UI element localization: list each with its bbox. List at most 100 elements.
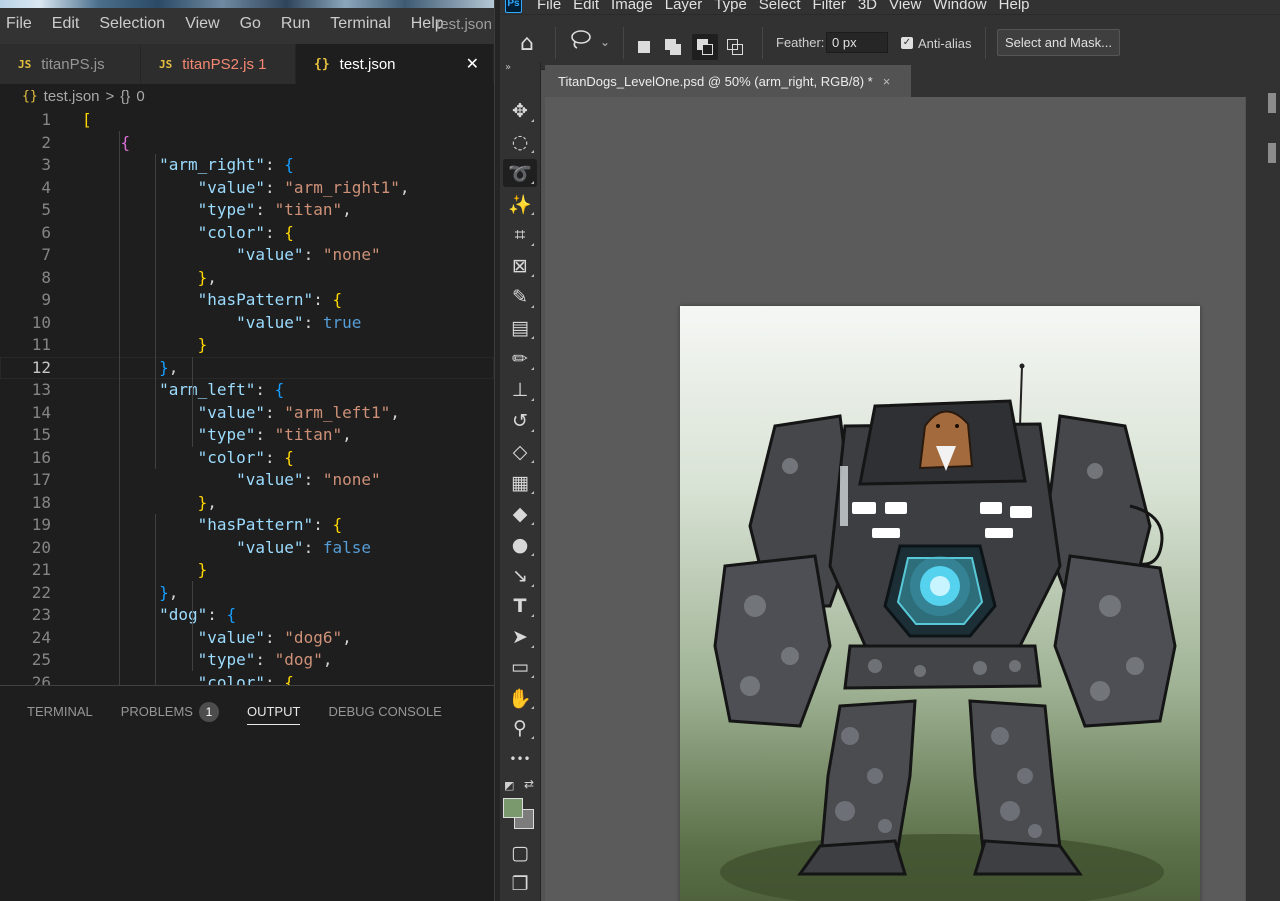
document-tab[interactable]: TitanDogs_LevelOne.psd @ 50% (arm_right,… — [545, 65, 911, 97]
code-line[interactable]: 25 "type": "dog", — [0, 649, 494, 672]
move-tool-icon[interactable]: ✥ — [503, 97, 537, 125]
artwork-canvas[interactable] — [680, 306, 1200, 901]
ps-menu-filter[interactable]: Filter — [813, 0, 856, 13]
tab-titanps-js[interactable]: JS titanPS.js — [0, 44, 141, 84]
blur-tool-icon[interactable]: ◆ — [503, 500, 537, 528]
home-icon[interactable]: ⌂ — [520, 31, 534, 56]
code-line[interactable]: 6 "color": { — [0, 222, 494, 245]
code-line[interactable]: 7 "value": "none" — [0, 244, 494, 267]
panel-tab-terminal[interactable]: TERMINAL — [27, 704, 93, 719]
tab-test-json[interactable]: {} test.json ✕ — [296, 44, 494, 84]
code-line[interactable]: 17 "value": "none" — [0, 469, 494, 492]
close-tab-icon[interactable]: ✕ — [466, 54, 479, 74]
menu-edit[interactable]: Edit — [42, 15, 90, 33]
code-line[interactable]: 20 "value": false — [0, 537, 494, 560]
code-line[interactable]: 8 }, — [0, 267, 494, 290]
ps-menu-view[interactable]: View — [889, 0, 931, 13]
code-line[interactable]: 11 } — [0, 334, 494, 357]
type-tool-icon[interactable]: T — [503, 592, 537, 620]
screen-mode-tool-icon[interactable]: ❐ — [503, 870, 537, 898]
code-line[interactable]: 21 } — [0, 559, 494, 582]
panel-tab-debug-console[interactable]: DEBUG CONSOLE — [328, 704, 441, 719]
menu-run[interactable]: Run — [271, 15, 320, 33]
menu-selection[interactable]: Selection — [89, 15, 175, 33]
menu-terminal[interactable]: Terminal — [320, 15, 400, 33]
breadcrumb-file[interactable]: test.json — [44, 88, 100, 105]
menu-go[interactable]: Go — [230, 15, 271, 33]
code-line[interactable]: 4 "value": "arm_right1", — [0, 177, 494, 200]
zoom-tool-icon[interactable]: ⚲ — [503, 714, 537, 742]
path-selection-tool-icon[interactable]: ➤ — [503, 623, 537, 651]
intersect-selection-icon[interactable] — [722, 34, 748, 60]
canvas-area[interactable] — [545, 97, 1245, 901]
select-and-mask-button[interactable]: Select and Mask... — [997, 29, 1120, 56]
lasso-tool-icon[interactable]: ➰ — [503, 159, 537, 187]
frame-tool-icon[interactable]: ⊠ — [503, 252, 537, 280]
ps-menu-help[interactable]: Help — [999, 0, 1040, 13]
panel-toggle-icon[interactable] — [1268, 143, 1276, 163]
eraser-tool-icon[interactable]: ◇ — [503, 438, 537, 466]
collapse-panel-icon[interactable]: » — [505, 62, 511, 73]
code-line[interactable]: 14 "value": "arm_left1", — [0, 402, 494, 425]
code-line[interactable]: 24 "value": "dog6", — [0, 627, 494, 650]
quick-mask-mode-tool-icon[interactable]: ▢ — [503, 839, 537, 867]
hand-tool-icon[interactable]: ✋ — [503, 684, 537, 712]
dodge-tool-icon[interactable]: ● — [503, 531, 537, 559]
code-line[interactable]: 13 "arm_left": { — [0, 379, 494, 402]
menu-view[interactable]: View — [175, 15, 229, 33]
code-line[interactable]: 23 "dog": { — [0, 604, 494, 627]
eyedropper-tool-icon[interactable]: ✎ — [503, 283, 537, 311]
code-line[interactable]: 1[ — [0, 109, 494, 132]
ps-menu-image[interactable]: Image — [611, 0, 663, 13]
new-selection-icon[interactable] — [631, 34, 657, 60]
rectangle-tool-icon[interactable]: ▭ — [503, 653, 537, 681]
code-line[interactable]: 2 { — [0, 132, 494, 155]
code-line[interactable]: 5 "type": "titan", — [0, 199, 494, 222]
code-line[interactable]: 26 "color": { — [0, 672, 494, 686]
ps-menu-window[interactable]: Window — [933, 0, 996, 13]
ps-menu-type[interactable]: Type — [714, 0, 757, 13]
code-line[interactable]: 22 }, — [0, 582, 494, 605]
code-line[interactable]: 15 "type": "titan", — [0, 424, 494, 447]
clone-stamp-tool-icon[interactable]: ⊥ — [503, 376, 537, 404]
ps-menu-select[interactable]: Select — [759, 0, 811, 13]
foreground-color-swatch[interactable] — [503, 798, 523, 818]
mores-tool-icon[interactable]: ••• — [503, 745, 537, 773]
menu-file[interactable]: File — [0, 15, 42, 33]
code-line[interactable]: 12 }, — [0, 356, 494, 379]
code-line[interactable]: 18 }, — [0, 492, 494, 515]
history-brush-tool-icon[interactable]: ↺ — [503, 407, 537, 435]
ps-menu-layer[interactable]: Layer — [665, 0, 713, 13]
healing-brush-tool-icon[interactable]: ▤ — [503, 314, 537, 342]
ps-menu-3d[interactable]: 3D — [858, 0, 887, 13]
breadcrumb-symbol[interactable]: 0 — [136, 88, 144, 105]
default-colors-icon[interactable]: ◩ — [504, 779, 514, 792]
gradient-tool-icon[interactable]: ▦ — [503, 469, 537, 497]
code-line[interactable]: 19 "hasPattern": { — [0, 514, 494, 537]
elliptical-marquee-tool-icon[interactable]: ◌ — [503, 128, 537, 156]
subtract-from-selection-icon[interactable] — [692, 34, 718, 60]
pen-tool-icon[interactable]: ↘ — [503, 562, 537, 590]
ps-menu-file[interactable]: File — [537, 0, 571, 13]
code-text: "value": "arm_left1", — [197, 402, 400, 422]
crop-tool-icon[interactable]: ⌗ — [503, 221, 537, 249]
feather-input[interactable]: 0 px — [826, 32, 888, 53]
magic-wand-tool-icon[interactable]: ✨ — [503, 190, 537, 218]
panel-toggle-icon[interactable] — [1268, 93, 1276, 113]
add-to-selection-icon[interactable] — [660, 34, 686, 60]
lasso-preset-icon[interactable] — [569, 29, 593, 56]
chevron-down-icon[interactable]: ⌄ — [600, 35, 610, 49]
swap-colors-icon[interactable]: ⇄ — [524, 777, 534, 791]
anti-alias-checkbox[interactable]: ✓ — [901, 37, 913, 49]
panel-tab-problems[interactable]: PROBLEMS 1 — [121, 701, 219, 722]
brush-tool-icon[interactable]: ✏ — [503, 345, 537, 373]
panel-tab-output[interactable]: OUTPUT — [246, 704, 301, 725]
ps-menu-edit[interactable]: Edit — [573, 0, 609, 13]
code-line[interactable]: 10 "value": true — [0, 312, 494, 335]
code-line[interactable]: 9 "hasPattern": { — [0, 289, 494, 312]
code-line[interactable]: 3 "arm_right": { — [0, 154, 494, 177]
code-editor[interactable]: 1[2 {3 "arm_right": {4 "value": "arm_rig… — [0, 109, 494, 685]
tab-titanps2-js[interactable]: JS titanPS2.js 1 — [141, 44, 296, 84]
close-document-icon[interactable]: × — [883, 74, 891, 89]
code-line[interactable]: 16 "color": { — [0, 447, 494, 470]
